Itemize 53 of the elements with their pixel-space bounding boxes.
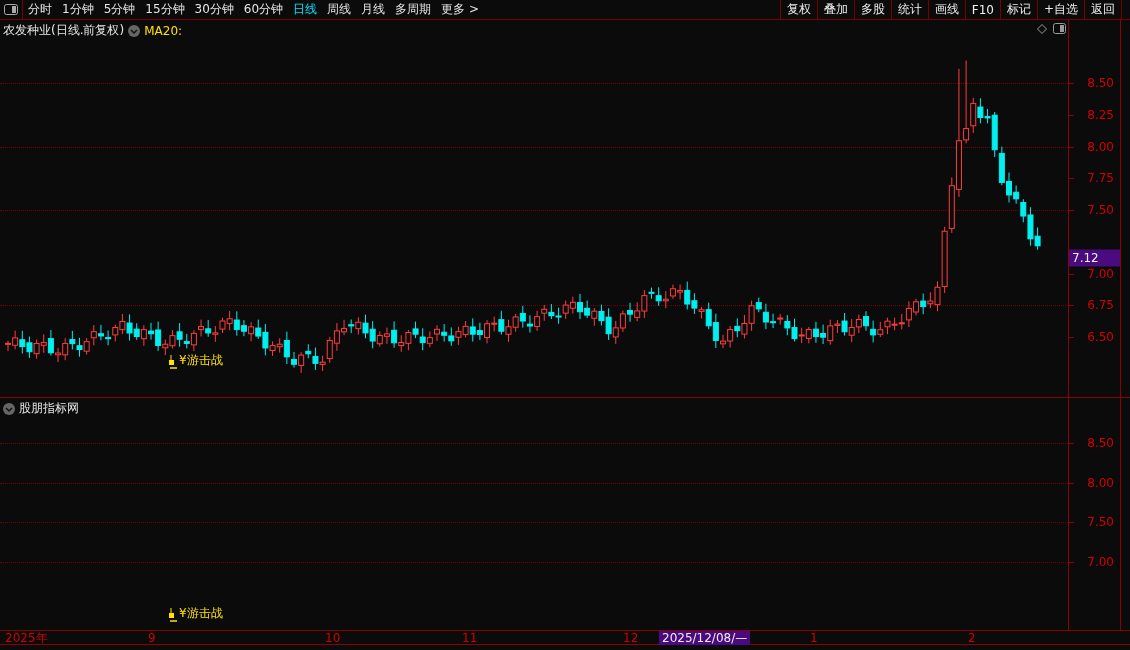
dropdown-icon[interactable] [128,24,141,37]
date-label: 1 [810,631,818,645]
cursor-date-label: 2025/12/08/— [659,631,751,645]
period-tab[interactable]: 周线 [322,0,357,19]
period-tab[interactable]: 15分钟 [140,0,190,19]
price-tick: 7.00 [1087,554,1114,569]
signal-marker-icon [168,355,178,369]
toolbar-button[interactable]: 叠加 [816,0,854,19]
last-price-tag: 7.12 [1069,249,1120,267]
period-tab[interactable]: 分时 [23,0,57,19]
toolbar-button[interactable]: F10 [964,0,1000,19]
price-tick: 8.00 [1087,475,1114,490]
signal-label: ¥游击战 [179,352,223,369]
period-tab[interactable]: 更多 > [436,0,484,19]
toolbar-button[interactable]: 画线 [927,0,965,19]
period-tab[interactable]: 多周期 [390,0,437,19]
price-tick: 8.50 [1087,436,1114,450]
date-label: 11 [462,631,478,645]
period-tab[interactable]: 月线 [356,0,391,19]
panel-toggle-icon[interactable] [1053,23,1066,34]
period-tab[interactable]: 5分钟 [98,0,141,19]
price-tick: 8.50 [1087,76,1114,90]
toolbar-button[interactable]: 复权 [779,0,817,19]
date-label: 2 [968,631,976,645]
toolbar-button[interactable]: 多股 [853,0,891,19]
signal-marker-icon [168,608,178,622]
dropdown-icon[interactable] [3,402,15,415]
price-tick: 7.50 [1087,515,1114,529]
price-tick: 8.00 [1087,139,1114,154]
period-tab[interactable]: 1分钟 [57,0,99,19]
date-label: 2025年 [5,631,48,645]
toolbar-button[interactable]: +自选 [1036,0,1084,19]
stock-title: 农发种业(日线.前复权) [3,22,125,39]
indicator-label: MA20: [144,23,183,38]
date-label: 12 [623,631,639,645]
price-tick: 7.00 [1087,266,1114,281]
price-tick: 6.75 [1087,298,1114,313]
date-label: 10 [325,631,341,645]
period-tab[interactable]: 60分钟 [238,0,289,19]
period-tab[interactable]: 30分钟 [189,0,239,19]
period-tab[interactable]: 日线 [288,0,323,19]
toolbar-button[interactable]: 标记 [999,0,1037,19]
price-tick: 8.25 [1087,107,1114,122]
price-tick: 7.50 [1087,203,1114,217]
panel-toggle-icon[interactable] [4,4,18,15]
diamond-icon[interactable] [1037,23,1047,34]
date-label: 9 [148,631,156,645]
price-tick: 6.50 [1087,330,1114,344]
toolbar-button[interactable]: 统计 [890,0,928,19]
toolbar-button[interactable]: 返回 [1084,0,1122,19]
signal-label: ¥游击战 [179,605,223,622]
price-tick: 7.75 [1087,171,1114,186]
indicator-title: 股朋指标网 [19,400,79,417]
